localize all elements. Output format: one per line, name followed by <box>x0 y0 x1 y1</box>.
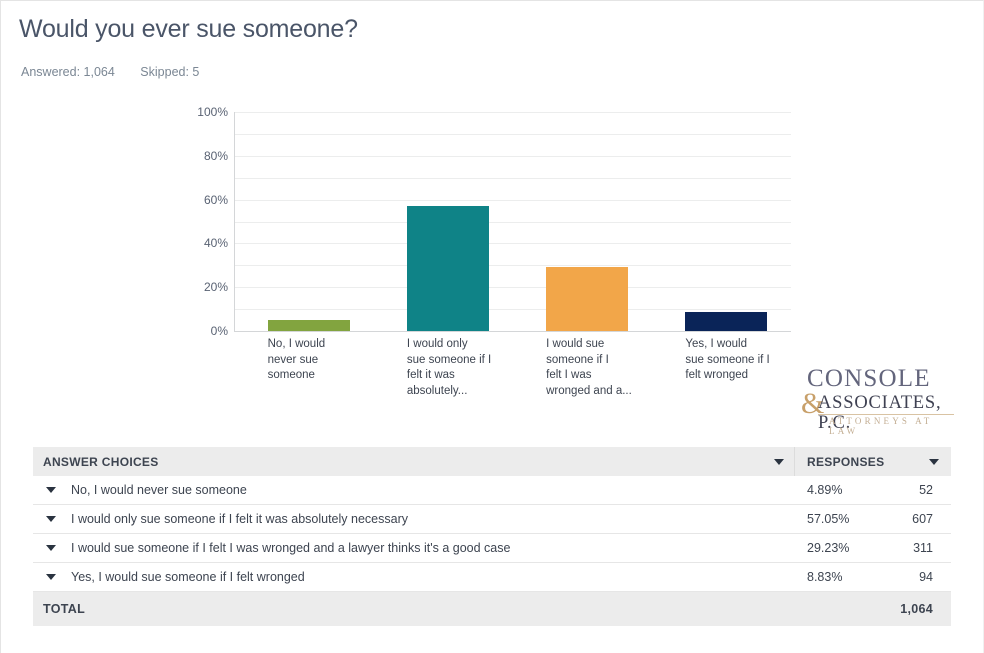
row-answer-choice: I would only sue someone if I felt it wa… <box>33 512 795 526</box>
logo-console-text: CONSOLE <box>807 365 931 392</box>
chevron-down-icon[interactable] <box>929 458 939 465</box>
chevron-down-icon[interactable] <box>46 545 56 551</box>
y-axis-tick-label: 0% <box>210 324 228 338</box>
answer-choices-label: ANSWER CHOICES <box>43 454 159 469</box>
answer-choice-text: I would only sue someone if I felt it wa… <box>71 512 408 526</box>
y-axis-tick-label: 20% <box>203 280 228 295</box>
gridline <box>234 221 791 223</box>
x-axis-labels: No, I would never sue someone I would only s… <box>234 337 791 407</box>
row-percent: 57.05% <box>807 512 850 526</box>
gridline <box>234 199 791 201</box>
bar[interactable] <box>406 206 489 331</box>
answer-choice-text: I would sue someone if I felt I was wron… <box>71 541 511 555</box>
chevron-down-icon[interactable] <box>46 487 56 493</box>
total-label: TOTAL <box>43 602 86 616</box>
row-answer-choice: No, I would never sue someone <box>33 483 795 497</box>
bar[interactable] <box>685 311 768 331</box>
table-body: No, I would never sue someone 4.89% 52 I wo… <box>33 476 951 592</box>
gridline <box>234 287 791 289</box>
row-percent: 29.23% <box>807 541 850 555</box>
logo-second-line: & ASSOCIATES, P.C. ATTORNEYS AT LAW <box>801 389 956 436</box>
table-row[interactable]: I would only sue someone if I felt it wa… <box>33 505 951 534</box>
bar[interactable] <box>267 320 350 331</box>
y-axis-tick-label: 80% <box>203 148 228 163</box>
y-axis-line <box>234 112 235 332</box>
x-axis-tick-label: I would only sue someone if Ifelt it was a… <box>406 338 492 397</box>
bar[interactable] <box>546 267 629 331</box>
answered-count: Answered: 1,064 <box>21 65 115 79</box>
y-axis-ticks: 0% 20% 40% 60% 80% 100% <box>184 105 228 338</box>
gridline <box>234 309 791 311</box>
table-row[interactable]: No, I would never sue someone 4.89% 52 <box>33 476 951 505</box>
chevron-down-icon[interactable] <box>774 458 784 465</box>
chevron-down-icon[interactable] <box>46 516 56 522</box>
page-title: Would you ever sue someone? <box>19 15 358 43</box>
row-count: 607 <box>912 512 933 526</box>
row-answer-choice: I would sue someone if I felt I was wron… <box>33 541 795 555</box>
x-axis-line <box>234 331 791 332</box>
table-row[interactable]: I would sue someone if I felt I was wron… <box>33 534 951 563</box>
row-percent: 4.89% <box>807 483 843 497</box>
row-count: 311 <box>913 541 933 555</box>
row-count: 94 <box>919 570 933 584</box>
y-axis-tick-label: 60% <box>203 192 228 207</box>
skipped-count: Skipped: 5 <box>140 65 200 79</box>
gridline <box>234 243 791 245</box>
survey-results-page: Would you ever sue someone? Answered: 1,… <box>0 0 984 653</box>
gridline <box>234 265 791 267</box>
column-header-responses[interactable]: RESPONSES <box>795 447 951 476</box>
logo-divider-rule <box>818 414 954 415</box>
x-axis-tick-label: Yes, I would sue someone if Ifelt wronged <box>685 338 770 382</box>
bar-chart: 0% 20% 40% 60% 80% 100% No, I would never sue s… <box>1 96 984 406</box>
x-axis-tick-label: I would sue someone if Ifelt I was wronged… <box>546 338 632 397</box>
response-stats: Answered: 1,064 Skipped: 5 <box>21 65 199 79</box>
table-row[interactable]: Yes, I would sue someone if I felt wrong… <box>33 563 951 592</box>
x-axis-tick-label: No, I would never sue someone <box>267 338 326 382</box>
responses-label: RESPONSES <box>807 454 885 469</box>
responses-table: ANSWER CHOICES RESPONSES No, I would nev… <box>33 447 951 626</box>
console-associates-logo: CONSOLE & ASSOCIATES, P.C. ATTORNEYS AT … <box>801 365 956 436</box>
chevron-down-icon[interactable] <box>46 574 56 580</box>
y-axis-tick-label: 100% <box>197 105 228 119</box>
answer-choice-text: Yes, I would sue someone if I felt wrong… <box>71 570 305 584</box>
row-answer-choice: Yes, I would sue someone if I felt wrong… <box>33 570 795 584</box>
table-header-row: ANSWER CHOICES RESPONSES <box>33 447 951 476</box>
plot-area <box>234 112 791 332</box>
y-axis-tick-label: 40% <box>203 236 228 251</box>
row-percent: 8.83% <box>807 570 843 584</box>
column-header-answer-choices[interactable]: ANSWER CHOICES <box>33 447 795 476</box>
logo-tagline: ATTORNEYS AT LAW <box>829 416 933 436</box>
total-count: 1,064 <box>900 602 933 616</box>
row-count: 52 <box>919 483 933 497</box>
table-total-row: TOTAL 1,064 <box>33 592 951 626</box>
gridline <box>234 177 791 179</box>
gridline <box>234 155 791 157</box>
gridline <box>234 133 791 135</box>
gridline <box>234 112 791 113</box>
answer-choice-text: No, I would never sue someone <box>71 483 247 497</box>
